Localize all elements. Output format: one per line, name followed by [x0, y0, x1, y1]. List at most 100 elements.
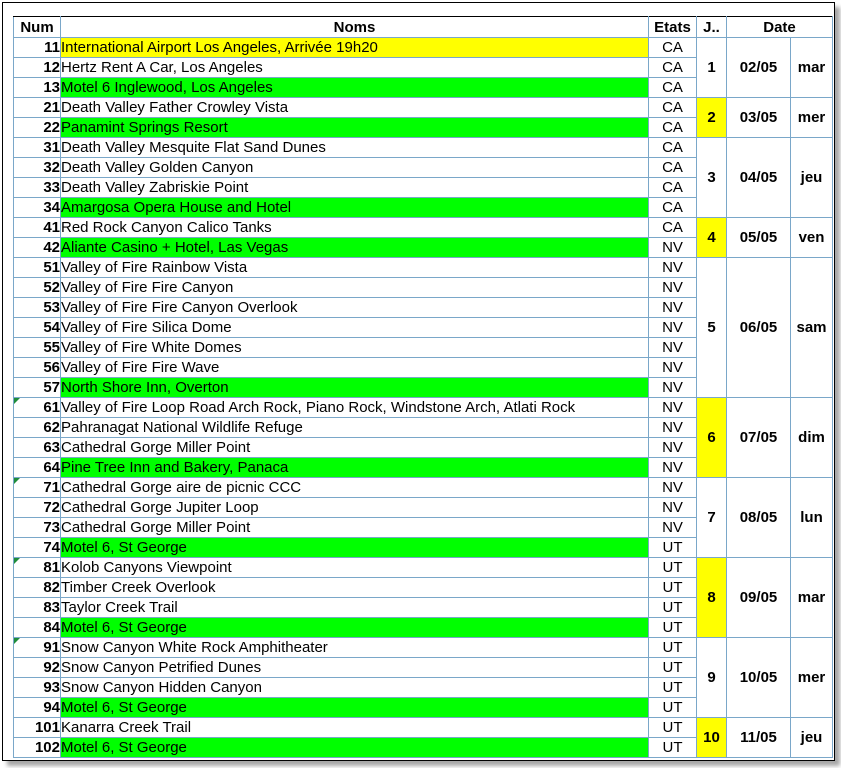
row-num-cell[interactable]: 83 — [13, 597, 61, 618]
row-state-cell[interactable]: NV — [648, 277, 697, 298]
row-num-cell[interactable]: 42 — [13, 237, 61, 258]
row-name-cell[interactable]: Taylor Creek Trail — [60, 597, 649, 618]
row-state-cell[interactable]: CA — [648, 57, 697, 78]
day-number-cell[interactable]: 3 — [696, 137, 727, 218]
row-state-cell[interactable]: CA — [648, 37, 697, 58]
row-state-cell[interactable]: NV — [648, 477, 697, 498]
day-weekday-cell[interactable]: mer — [790, 637, 833, 718]
row-name-cell[interactable]: Amargosa Opera House and Hotel — [60, 197, 649, 218]
row-state-cell[interactable]: UT — [648, 617, 697, 638]
header-jour[interactable]: J.. — [696, 16, 727, 38]
row-name-cell[interactable]: Kolob Canyons Viewpoint — [60, 557, 649, 578]
row-num-cell[interactable]: 73 — [13, 517, 61, 538]
day-weekday-cell[interactable]: ven — [790, 217, 833, 258]
row-num-cell[interactable]: 12 — [13, 57, 61, 78]
row-state-cell[interactable]: CA — [648, 137, 697, 158]
day-date-cell[interactable]: 11/05 — [726, 717, 791, 758]
row-num-cell[interactable]: 81 — [13, 557, 61, 578]
row-state-cell[interactable]: UT — [648, 657, 697, 678]
day-date-cell[interactable]: 04/05 — [726, 137, 791, 218]
day-date-cell[interactable]: 07/05 — [726, 397, 791, 478]
day-weekday-cell[interactable]: mer — [790, 97, 833, 138]
row-state-cell[interactable]: UT — [648, 717, 697, 738]
row-name-cell[interactable]: Cathedral Gorge aire de picnic CCC — [60, 477, 649, 498]
row-name-cell[interactable]: Snow Canyon White Rock Amphitheater — [60, 637, 649, 658]
row-state-cell[interactable]: CA — [648, 177, 697, 198]
row-num-cell[interactable]: 41 — [13, 217, 61, 238]
row-name-cell[interactable]: Motel 6, St George — [60, 737, 649, 758]
day-weekday-cell[interactable]: mar — [790, 37, 833, 98]
row-state-cell[interactable]: NV — [648, 317, 697, 338]
row-state-cell[interactable]: UT — [648, 637, 697, 658]
row-state-cell[interactable]: NV — [648, 357, 697, 378]
row-num-cell[interactable]: 22 — [13, 117, 61, 138]
day-weekday-cell[interactable]: lun — [790, 477, 833, 558]
row-state-cell[interactable]: NV — [648, 457, 697, 478]
day-number-cell[interactable]: 1 — [696, 37, 727, 98]
row-name-cell[interactable]: Cathedral Gorge Miller Point — [60, 517, 649, 538]
row-num-cell[interactable]: 74 — [13, 537, 61, 558]
row-num-cell[interactable]: 11 — [13, 37, 61, 58]
day-weekday-cell[interactable]: jeu — [790, 717, 833, 758]
day-number-cell[interactable]: 9 — [696, 637, 727, 718]
row-name-cell[interactable]: Cathedral Gorge Jupiter Loop — [60, 497, 649, 518]
row-name-cell[interactable]: Cathedral Gorge Miller Point — [60, 437, 649, 458]
row-num-cell[interactable]: 33 — [13, 177, 61, 198]
row-num-cell[interactable]: 34 — [13, 197, 61, 218]
row-state-cell[interactable]: UT — [648, 557, 697, 578]
row-name-cell[interactable]: Kanarra Creek Trail — [60, 717, 649, 738]
row-state-cell[interactable]: NV — [648, 337, 697, 358]
day-weekday-cell[interactable]: jeu — [790, 137, 833, 218]
row-num-cell[interactable]: 71 — [13, 477, 61, 498]
row-num-cell[interactable]: 64 — [13, 457, 61, 478]
row-state-cell[interactable]: CA — [648, 97, 697, 118]
row-name-cell[interactable]: Death Valley Father Crowley Vista — [60, 97, 649, 118]
row-num-cell[interactable]: 54 — [13, 317, 61, 338]
day-number-cell[interactable]: 5 — [696, 257, 727, 398]
row-num-cell[interactable]: 84 — [13, 617, 61, 638]
row-state-cell[interactable]: UT — [648, 677, 697, 698]
row-state-cell[interactable]: NV — [648, 377, 697, 398]
row-name-cell[interactable]: Valley of Fire Rainbow Vista — [60, 257, 649, 278]
row-state-cell[interactable]: NV — [648, 397, 697, 418]
row-num-cell[interactable]: 72 — [13, 497, 61, 518]
day-number-cell[interactable]: 7 — [696, 477, 727, 558]
row-num-cell[interactable]: 52 — [13, 277, 61, 298]
row-num-cell[interactable]: 53 — [13, 297, 61, 318]
row-num-cell[interactable]: 61 — [13, 397, 61, 418]
row-state-cell[interactable]: CA — [648, 217, 697, 238]
row-state-cell[interactable]: CA — [648, 117, 697, 138]
row-name-cell[interactable]: Motel 6 Inglewood, Los Angeles — [60, 77, 649, 98]
row-state-cell[interactable]: CA — [648, 157, 697, 178]
row-num-cell[interactable]: 92 — [13, 657, 61, 678]
row-state-cell[interactable]: NV — [648, 297, 697, 318]
row-num-cell[interactable]: 31 — [13, 137, 61, 158]
row-num-cell[interactable]: 32 — [13, 157, 61, 178]
row-name-cell[interactable]: Death Valley Zabriskie Point — [60, 177, 649, 198]
header-noms[interactable]: Noms — [60, 16, 649, 38]
row-state-cell[interactable]: NV — [648, 517, 697, 538]
day-date-cell[interactable]: 03/05 — [726, 97, 791, 138]
row-name-cell[interactable]: Aliante Casino + Hotel, Las Vegas — [60, 237, 649, 258]
row-name-cell[interactable]: Panamint Springs Resort — [60, 117, 649, 138]
row-state-cell[interactable]: UT — [648, 597, 697, 618]
row-name-cell[interactable]: Snow Canyon Petrified Dunes — [60, 657, 649, 678]
row-name-cell[interactable]: Timber Creek Overlook — [60, 577, 649, 598]
row-state-cell[interactable]: NV — [648, 437, 697, 458]
day-number-cell[interactable]: 2 — [696, 97, 727, 138]
row-name-cell[interactable]: Pahranagat National Wildlife Refuge — [60, 417, 649, 438]
row-num-cell[interactable]: 51 — [13, 257, 61, 278]
row-num-cell[interactable]: 102 — [13, 737, 61, 758]
row-state-cell[interactable]: NV — [648, 417, 697, 438]
row-name-cell[interactable]: International Airport Los Angeles, Arriv… — [60, 37, 649, 58]
row-num-cell[interactable]: 82 — [13, 577, 61, 598]
day-date-cell[interactable]: 02/05 — [726, 37, 791, 98]
row-name-cell[interactable]: Pine Tree Inn and Bakery, Panaca — [60, 457, 649, 478]
row-num-cell[interactable]: 55 — [13, 337, 61, 358]
row-state-cell[interactable]: CA — [648, 197, 697, 218]
row-num-cell[interactable]: 13 — [13, 77, 61, 98]
header-num[interactable]: Num — [13, 16, 61, 38]
day-date-cell[interactable]: 10/05 — [726, 637, 791, 718]
day-number-cell[interactable]: 8 — [696, 557, 727, 638]
row-name-cell[interactable]: Motel 6, St George — [60, 617, 649, 638]
